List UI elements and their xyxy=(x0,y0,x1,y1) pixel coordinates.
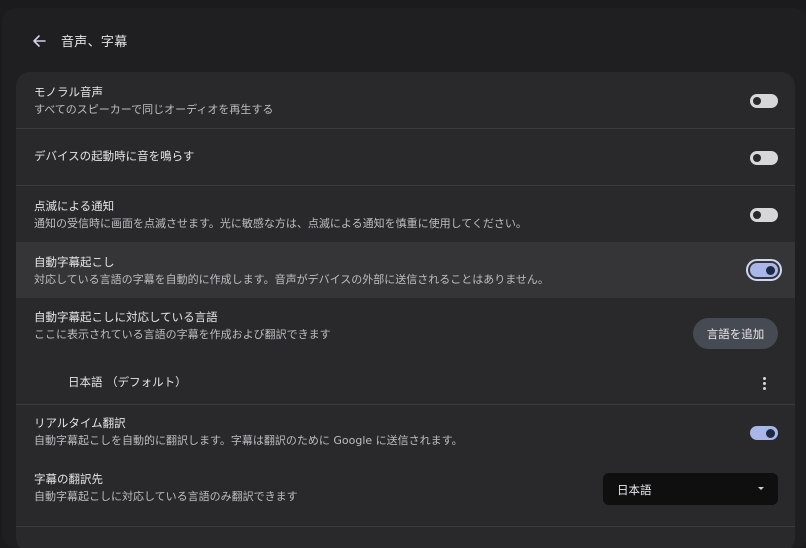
page-header: 音声、字幕 xyxy=(2,8,806,72)
setting-row-startup-sound[interactable]: デバイスの起動時に音を鳴らす xyxy=(16,129,795,185)
settings-card: モノラル音声 すべてのスピーカーで同じオーディオを再生する デバイスの起動時に音… xyxy=(16,72,795,548)
setting-row-caption-languages: 自動字幕起こしに対応している言語 ここに表示されている言語の字幕を作成および翻訳… xyxy=(16,298,795,354)
setting-row-flash-notifications[interactable]: 点滅による通知 通知の受信時に画面を点滅させます。光に敏感な方は、点滅による通知… xyxy=(16,186,795,242)
language-more-button[interactable] xyxy=(757,374,771,392)
toggle-knob xyxy=(753,211,761,219)
mono-audio-subtitle: すべてのスピーカーで同じオーディオを再生する xyxy=(34,103,274,116)
translate-target-value: 日本語 xyxy=(617,483,652,497)
back-button[interactable] xyxy=(28,30,50,52)
live-translate-toggle[interactable] xyxy=(750,426,778,440)
divider xyxy=(16,526,795,527)
more-vert-icon-dot xyxy=(762,381,766,385)
more-vert-icon-dot xyxy=(762,386,766,390)
translate-target-select[interactable]: 日本語 xyxy=(603,473,778,505)
add-language-button[interactable]: 言語を追加 xyxy=(693,318,778,349)
translate-target-title: 字幕の翻訳先 xyxy=(34,472,103,486)
live-caption-title: 自動字幕起こし xyxy=(34,255,115,269)
toggle-knob xyxy=(753,154,761,162)
startup-sound-title: デバイスの起動時に音を鳴らす xyxy=(34,149,195,163)
caption-languages-subtitle: ここに表示されている言語の字幕を作成および翻訳できます xyxy=(34,328,331,341)
translate-target-subtitle: 自動字幕起こしに対応している言語のみ翻訳できます xyxy=(34,490,298,503)
language-list-item: 日本語 （デフォルト） xyxy=(68,375,187,389)
startup-sound-toggle[interactable] xyxy=(750,151,778,165)
live-translate-title: リアルタイム翻訳 xyxy=(34,416,126,430)
setting-row-live-caption[interactable]: 自動字幕起こし 対応している言語の字幕を自動的に作成します。音声がデバイスの外部… xyxy=(16,242,795,298)
setting-row-live-translate[interactable]: リアルタイム翻訳 自動字幕起こしを自動的に翻訳します。字幕は翻訳のために Goo… xyxy=(16,405,795,461)
live-caption-subtitle: 対応している言語の字幕を自動的に作成します。音声がデバイスの外部に送信されること… xyxy=(34,273,549,286)
flash-notifications-subtitle: 通知の受信時に画面を点滅させます。光に敏感な方は、点滅による通知を慎重に使用して… xyxy=(34,217,527,230)
mono-audio-title: モノラル音声 xyxy=(34,85,103,99)
arrow-left-icon xyxy=(33,35,46,47)
toggle-knob xyxy=(753,97,761,105)
mono-audio-toggle[interactable] xyxy=(750,94,778,108)
settings-window: 音声、字幕 モノラル音声 すべてのスピーカーで同じオーディオを再生する デバイス… xyxy=(2,8,806,548)
caret-down-icon xyxy=(758,487,764,490)
live-caption-toggle[interactable] xyxy=(746,259,782,281)
toggle-knob xyxy=(766,428,775,438)
caption-languages-title: 自動字幕起こしに対応している言語 xyxy=(34,310,218,324)
page-title: 音声、字幕 xyxy=(61,35,128,50)
flash-notifications-title: 点滅による通知 xyxy=(34,199,115,213)
flash-notifications-toggle[interactable] xyxy=(750,208,778,222)
toggle-knob xyxy=(766,265,775,275)
more-vert-icon xyxy=(762,376,766,380)
live-translate-subtitle: 自動字幕起こしを自動的に翻訳します。字幕は翻訳のために Google に送信され… xyxy=(34,434,463,447)
setting-row-mono-audio[interactable]: モノラル音声 すべてのスピーカーで同じオーディオを再生する xyxy=(16,72,795,128)
